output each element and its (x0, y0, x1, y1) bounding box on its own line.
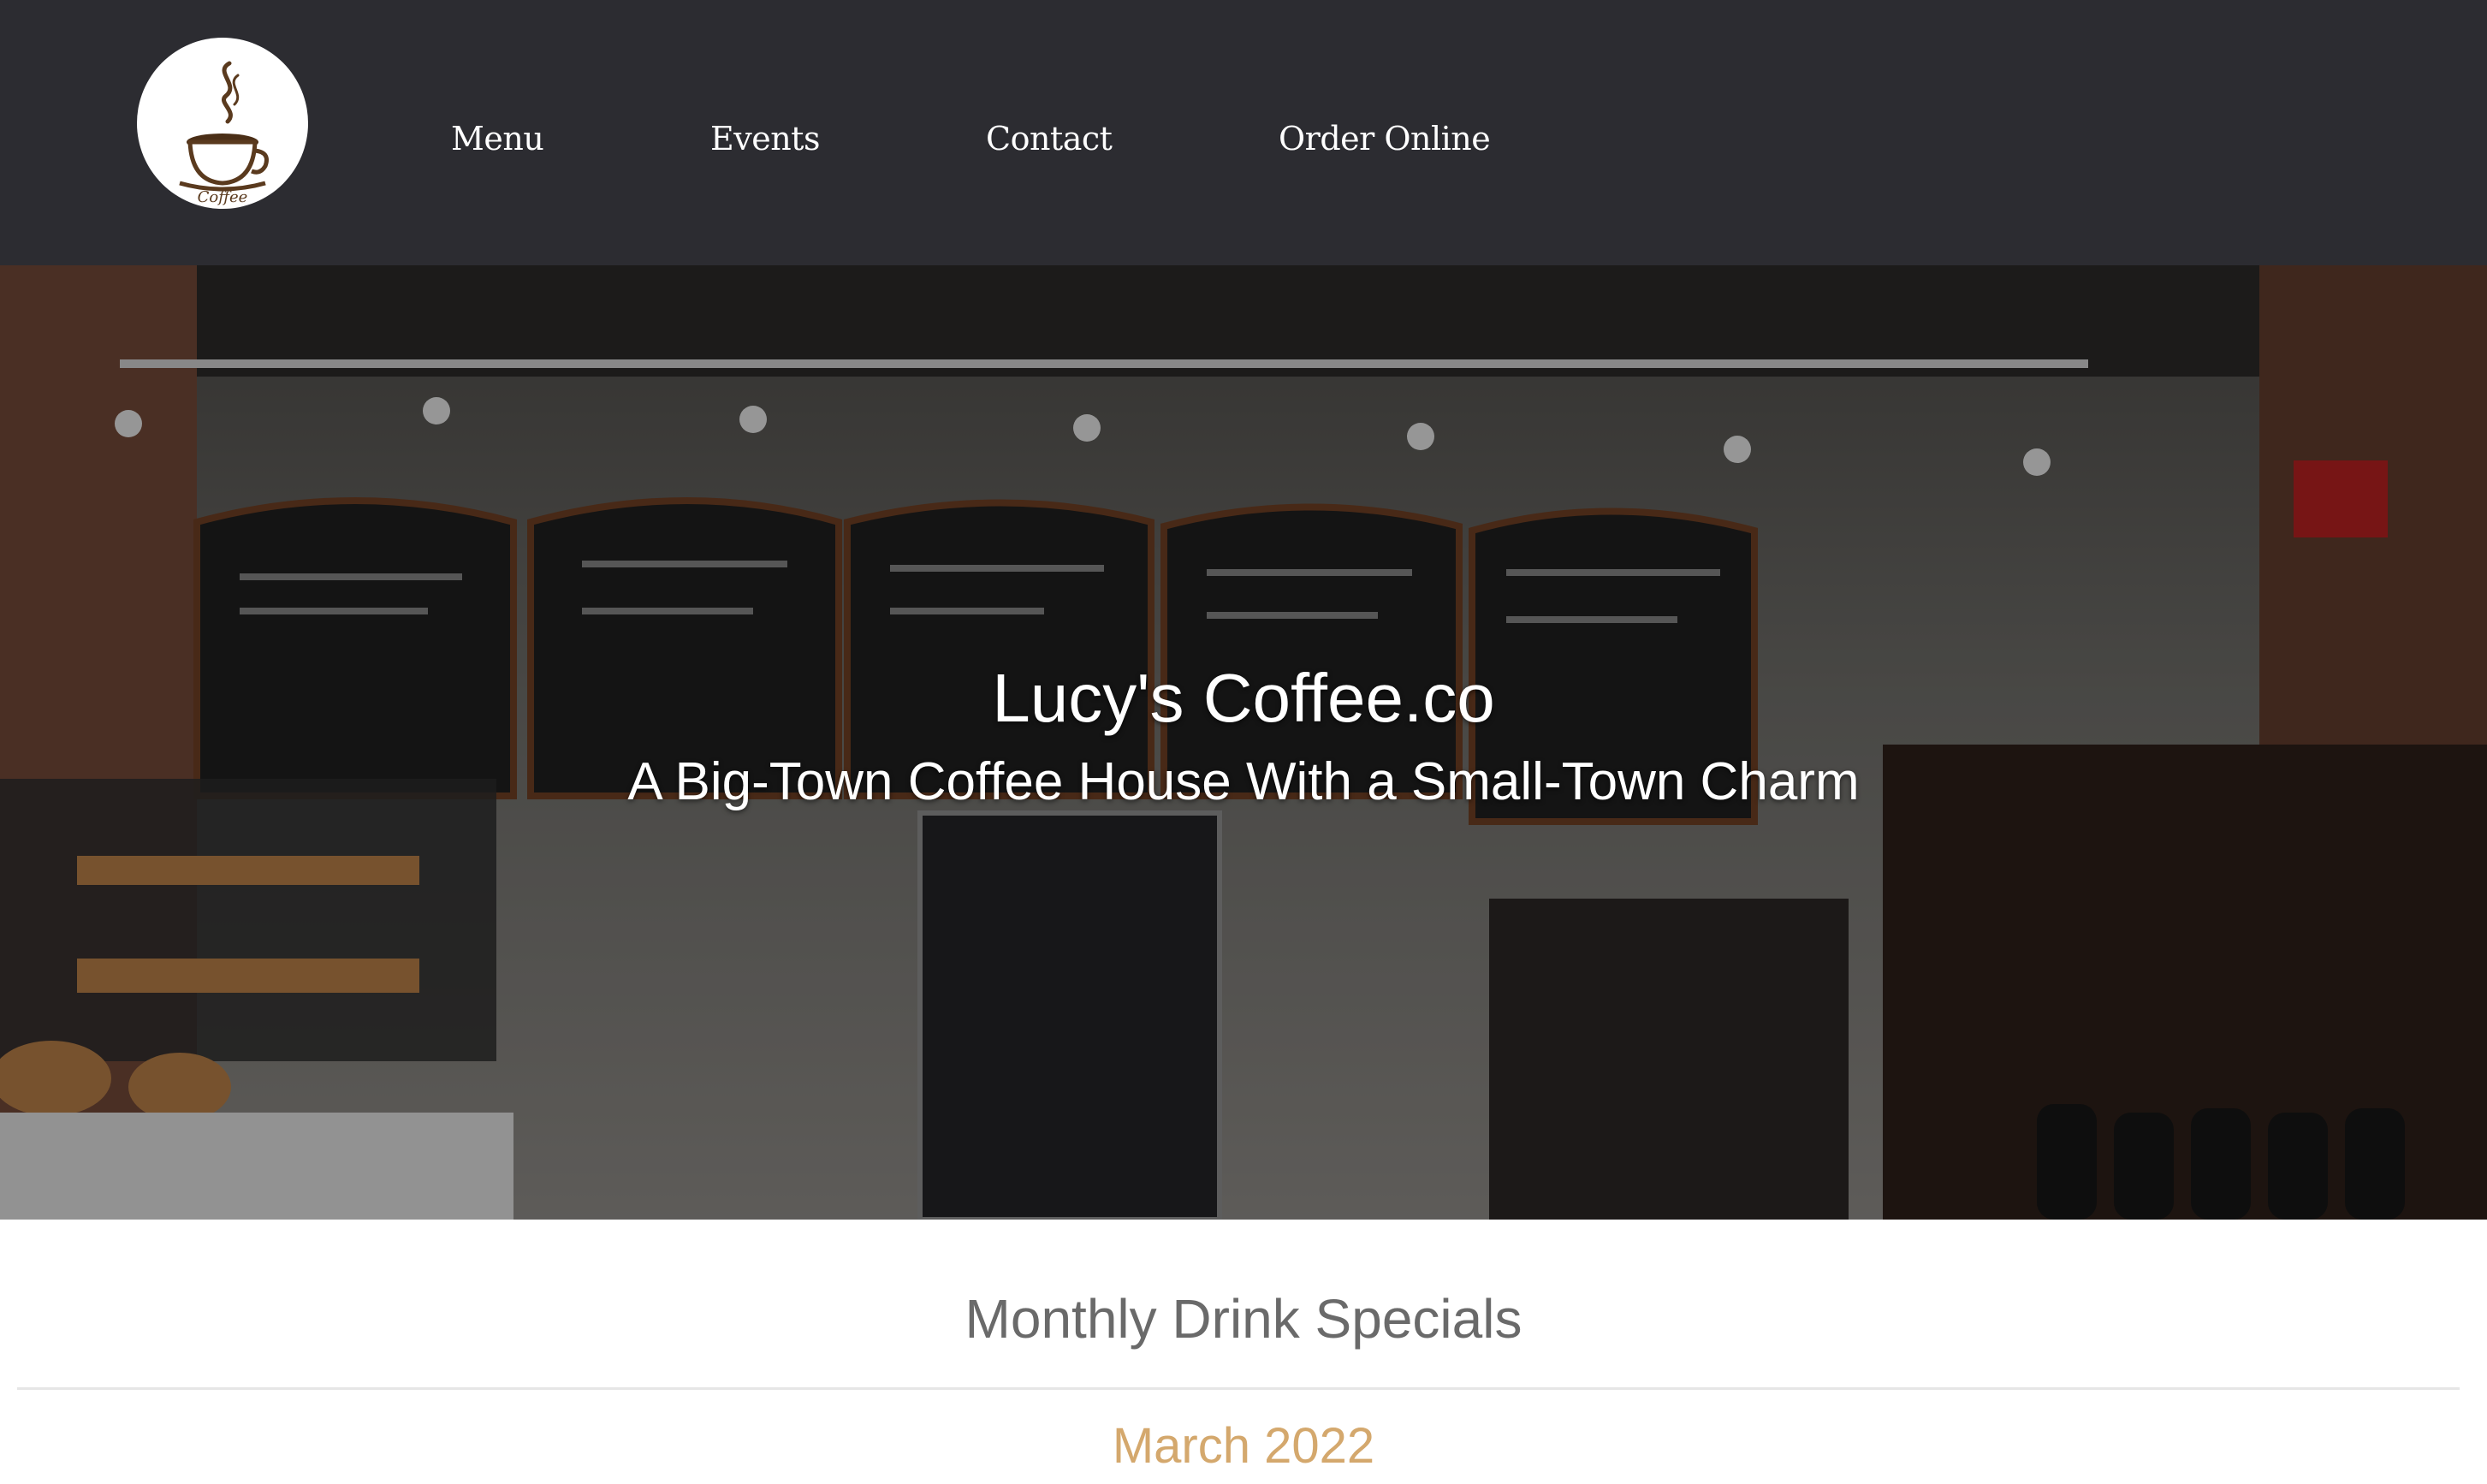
nav-events[interactable]: Events (710, 120, 820, 157)
specials-heading: Monthly Drink Specials (965, 1288, 1522, 1350)
hero-title: Lucy's Coffee.co (992, 660, 1495, 736)
hero-subtitle: A Big-Town Coffee House With a Small-Tow… (627, 752, 1860, 811)
coffee-cup-logo-icon: Coffee (179, 61, 269, 206)
specials-month: March 2022 (1112, 1418, 1375, 1474)
logo[interactable]: Coffee (137, 38, 308, 209)
hero-banner: Lucy's Coffee.co A Big-Town Coffee House… (0, 265, 2487, 1220)
nav-contact[interactable]: Contact (986, 120, 1113, 157)
nav-order-online[interactable]: Order Online (1279, 120, 1491, 157)
navbar: Coffee Menu Events Contact Order Online (0, 0, 2487, 265)
coffee-shop-interior-photo (0, 265, 2487, 1220)
nav-menu[interactable]: Menu (451, 120, 544, 157)
logo-text: Coffee (198, 188, 248, 206)
section-divider (17, 1387, 2460, 1390)
